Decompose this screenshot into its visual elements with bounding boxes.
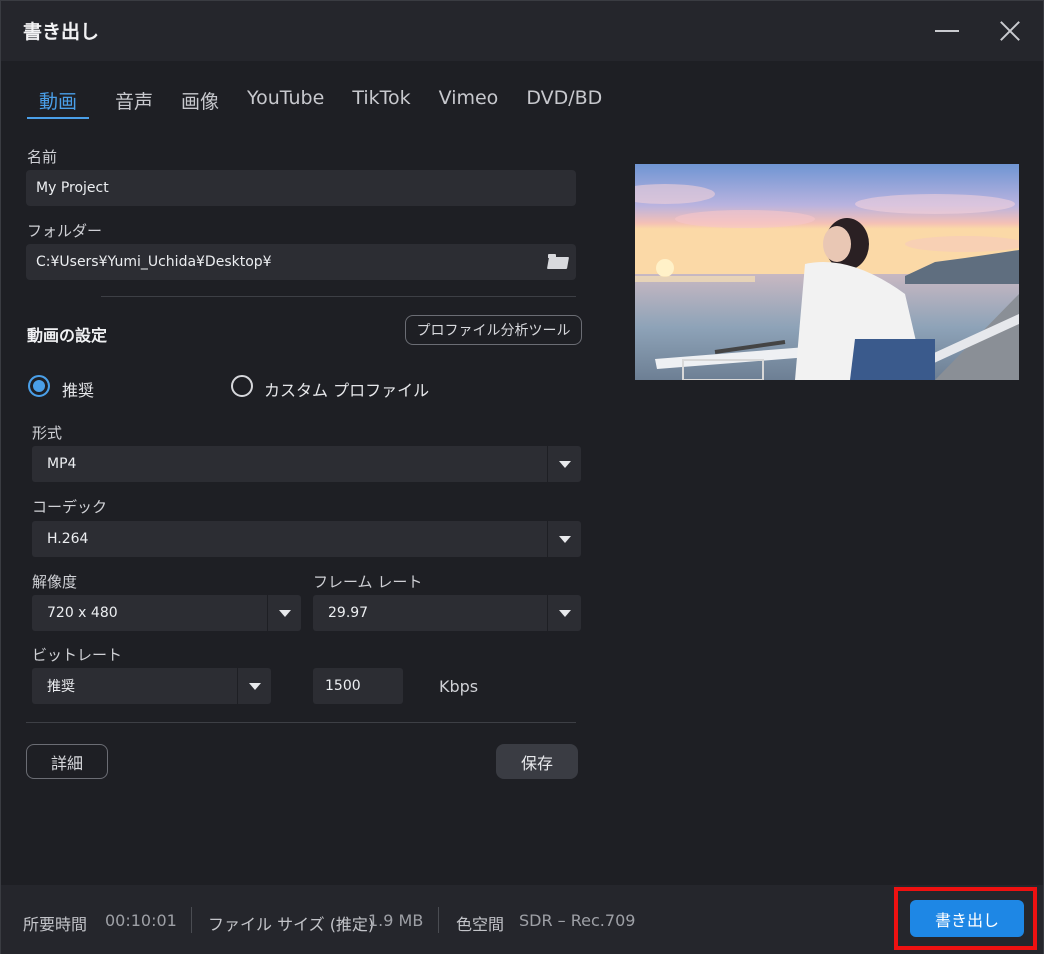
tab-image[interactable]: 画像: [179, 87, 221, 119]
divider: [101, 296, 576, 297]
video-settings-title: 動画の設定: [27, 326, 108, 345]
color-space-label: 色空間: [456, 915, 505, 934]
dialog-title: 書き出し: [23, 21, 100, 43]
tab-tiktok[interactable]: TikTok: [350, 87, 412, 119]
format-value: MP4: [47, 456, 77, 472]
file-size-value: 1.9 MB: [368, 911, 424, 930]
video-preview: [635, 164, 1019, 380]
chevron-down-icon[interactable]: [547, 595, 581, 631]
frame-rate-select[interactable]: 29.97: [313, 595, 581, 631]
custom-profile-radio-label[interactable]: カスタム プロファイル: [264, 377, 429, 401]
name-label: 名前: [27, 148, 58, 166]
codec-label: コーデック: [32, 498, 108, 516]
resolution-label: 解像度: [32, 573, 78, 591]
codec-value: H.264: [47, 531, 89, 547]
bitrate-mode-select[interactable]: 推奨: [32, 668, 271, 704]
tab-video[interactable]: 動画: [27, 87, 90, 119]
resolution-select[interactable]: 720 x 480: [32, 595, 301, 631]
minimize-icon[interactable]: [929, 13, 965, 49]
preview-image: [635, 164, 1019, 380]
chevron-down-icon[interactable]: [547, 521, 581, 557]
bitrate-label: ビットレート: [32, 646, 123, 664]
custom-profile-radio[interactable]: [231, 375, 253, 397]
profile-analysis-tool-button[interactable]: プロファイル分析ツール: [405, 315, 582, 345]
tab-dvd-bd[interactable]: DVD/BD: [524, 87, 604, 119]
tab-audio[interactable]: 音声: [113, 87, 155, 119]
time-label: 所要時間: [23, 915, 88, 934]
recommended-radio-label[interactable]: 推奨: [62, 377, 94, 401]
details-button[interactable]: 詳細: [26, 744, 108, 779]
folder-label: フォルダー: [27, 222, 103, 240]
color-space-value: SDR – Rec.709: [519, 911, 636, 930]
save-button[interactable]: 保存: [496, 744, 578, 779]
status-footer: 所要時間 00:10:01 ファイル サイズ (推定) 1.9 MB 色空間 S…: [1, 885, 1043, 954]
format-label: 形式: [32, 424, 63, 442]
time-value: 00:10:01: [105, 911, 177, 930]
separator: [191, 907, 192, 933]
export-dialog: 書き出し 動画 音声 画像 YouTube TikTok Vimeo DVD/B…: [0, 0, 1044, 954]
chevron-down-icon[interactable]: [237, 668, 271, 704]
divider: [26, 722, 576, 723]
bitrate-mode-value: 推奨: [47, 679, 75, 695]
chevron-down-icon[interactable]: [267, 595, 301, 631]
frame-rate-value: 29.97: [328, 605, 369, 621]
recommended-radio[interactable]: [28, 375, 50, 397]
export-button[interactable]: 書き出し: [910, 900, 1024, 937]
folder-field[interactable]: C:¥Users¥Yumi_Uchida¥Desktop¥: [26, 244, 576, 280]
frame-rate-label: フレーム レート: [313, 573, 423, 591]
tab-vimeo[interactable]: Vimeo: [437, 87, 501, 119]
close-icon[interactable]: [991, 13, 1027, 49]
file-size-label: ファイル サイズ (推定): [208, 915, 375, 934]
separator: [438, 907, 439, 933]
tab-youtube[interactable]: YouTube: [245, 87, 326, 119]
title-bar: 書き出し: [1, 1, 1043, 61]
chevron-down-icon[interactable]: [547, 446, 581, 482]
folder-open-icon[interactable]: [548, 254, 568, 269]
folder-path: C:¥Users¥Yumi_Uchida¥Desktop¥: [36, 254, 272, 270]
format-select[interactable]: MP4: [32, 446, 581, 482]
export-tabs: 動画 音声 画像 YouTube TikTok Vimeo DVD/BD: [27, 87, 628, 121]
bitrate-input[interactable]: 1500: [313, 668, 403, 704]
bitrate-unit: Kbps: [439, 677, 479, 696]
codec-select[interactable]: H.264: [32, 521, 581, 557]
resolution-value: 720 x 480: [47, 605, 118, 621]
name-field[interactable]: My Project: [26, 170, 576, 206]
